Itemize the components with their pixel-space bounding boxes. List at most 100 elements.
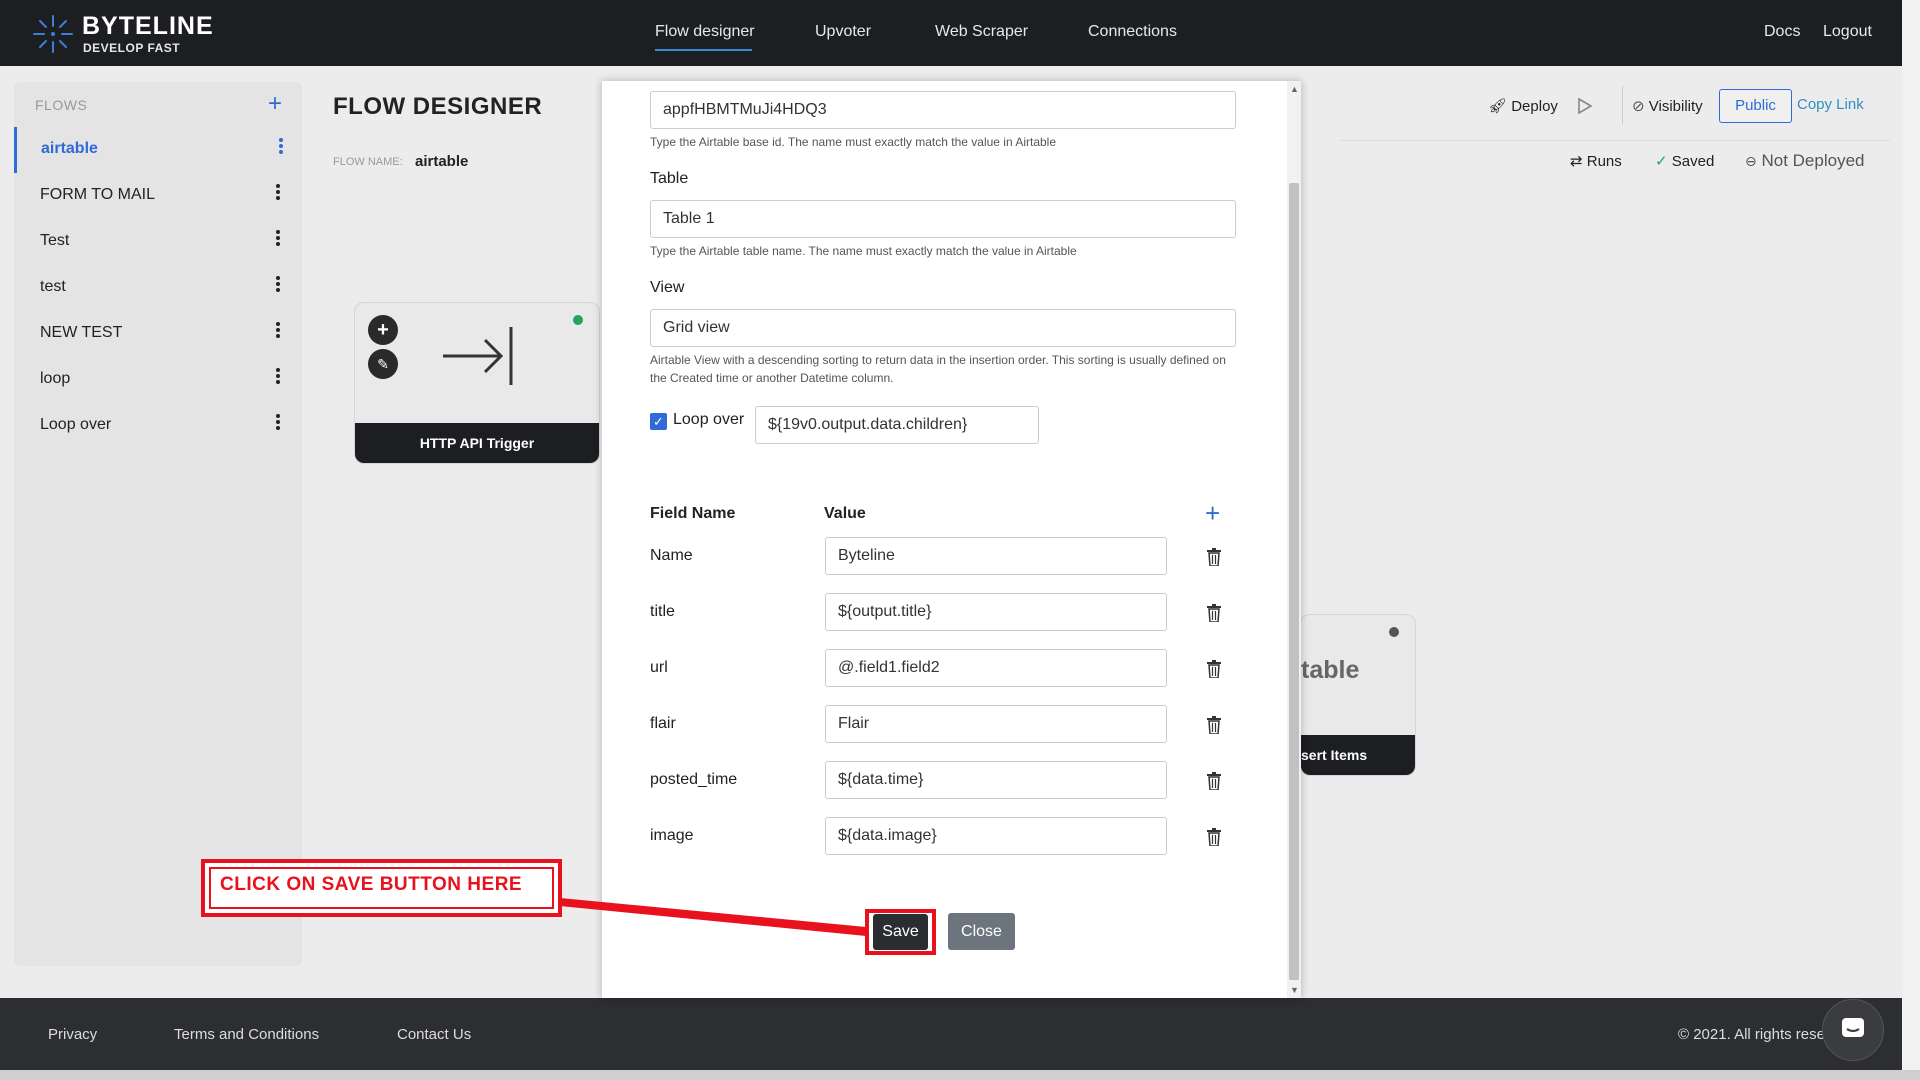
nav-logout[interactable]: Logout xyxy=(1823,23,1872,41)
rocket-icon: 🚀︎ xyxy=(1488,98,1508,115)
kebab-menu-icon[interactable] xyxy=(272,366,284,392)
loop-over-label: Loop over xyxy=(673,411,745,428)
trash-icon[interactable] xyxy=(1207,548,1221,566)
run-play-icon[interactable] xyxy=(1577,97,1593,115)
nav-flow-designer[interactable]: Flow designer xyxy=(655,23,755,41)
view-help: Airtable View with a descending sorting … xyxy=(650,353,1226,385)
nav-web-scraper[interactable]: Web Scraper xyxy=(935,23,1028,41)
kebab-menu-icon[interactable] xyxy=(272,320,284,346)
field-value-input[interactable]: ${data.image} xyxy=(825,817,1167,855)
sidebar-item-label: Loop over xyxy=(40,416,112,433)
kebab-menu-icon[interactable] xyxy=(272,182,284,208)
annotation-text: CLICK ON SAVE BUTTON HERE xyxy=(220,874,523,895)
status-dot xyxy=(573,315,583,325)
check-icon: ✓ xyxy=(1655,153,1668,170)
field-name: posted_time xyxy=(650,771,738,788)
nav-connections[interactable]: Connections xyxy=(1088,23,1177,41)
deploy-button[interactable]: 🚀︎ Deploy xyxy=(1488,97,1558,115)
loop-over-input[interactable]: ${19v0.output.data.children} xyxy=(755,406,1039,444)
page-title: FLOW DESIGNER xyxy=(333,93,543,120)
sidebar-item-label: loop xyxy=(40,370,71,387)
field-name: url xyxy=(650,659,668,676)
scroll-down-arrow-icon[interactable]: ▼ xyxy=(1290,985,1299,995)
minus-circle-icon: ⊖ xyxy=(1745,153,1757,169)
trash-icon[interactable] xyxy=(1207,772,1221,790)
loop-over-checkbox[interactable]: ✓ xyxy=(650,413,667,430)
sidebar-item-airtable[interactable]: airtable xyxy=(14,127,302,173)
http-api-trigger-node[interactable]: + ✎ HTTP API Trigger xyxy=(354,302,600,464)
add-field-icon[interactable]: + xyxy=(1205,500,1220,526)
kebab-menu-icon[interactable] xyxy=(272,274,284,300)
deploy-label: Deploy xyxy=(1511,98,1558,115)
sidebar-item-test-lower[interactable]: test xyxy=(14,265,302,311)
arrow-to-line-icon xyxy=(443,327,513,385)
footer-privacy-link[interactable]: Privacy xyxy=(48,1026,97,1043)
kebab-menu-icon[interactable] xyxy=(275,136,287,162)
bottom-strip xyxy=(0,1070,1920,1080)
field-name: image xyxy=(650,827,694,844)
field-value-input[interactable]: Flair xyxy=(825,705,1167,743)
table-name-input[interactable]: Table 1 xyxy=(650,200,1236,238)
toolbar-separator xyxy=(1340,140,1890,141)
footer-terms-link[interactable]: Terms and Conditions xyxy=(174,1026,319,1043)
toolbar-divider xyxy=(1622,86,1623,124)
field-value-input[interactable]: @.field1.field2 xyxy=(825,649,1167,687)
footer-contact-link[interactable]: Contact Us xyxy=(397,1026,471,1043)
sidebar-item-label: NEW TEST xyxy=(40,324,123,341)
copyright-text: © 2021. All rights rese xyxy=(1678,1026,1825,1043)
kebab-menu-icon[interactable] xyxy=(272,228,284,254)
trash-icon[interactable] xyxy=(1207,604,1221,622)
chat-icon[interactable] xyxy=(1839,1015,1867,1043)
sidebar-item-label: Test xyxy=(40,232,70,249)
field-value-input[interactable]: ${data.time} xyxy=(825,761,1167,799)
edit-pencil-icon[interactable]: ✎ xyxy=(368,349,398,379)
runs-label: Runs xyxy=(1586,153,1622,170)
public-button[interactable]: Public xyxy=(1719,89,1792,123)
view-name-input[interactable]: Grid view xyxy=(650,309,1236,347)
node-title: sert Items xyxy=(1301,735,1415,775)
modal-scrollbar-thumb[interactable] xyxy=(1289,183,1299,980)
field-value-input[interactable]: ${output.title} xyxy=(825,593,1167,631)
field-value-input[interactable]: Byteline xyxy=(825,537,1167,575)
copy-link-button[interactable]: Copy Link xyxy=(1797,96,1864,113)
sidebar-item-loop[interactable]: loop xyxy=(14,357,302,403)
swap-arrows-icon: ⇄ xyxy=(1570,153,1583,170)
flow-name-label: FLOW NAME: xyxy=(333,156,403,168)
sidebar-item-loop-over[interactable]: Loop over xyxy=(14,403,302,449)
nav-docs[interactable]: Docs xyxy=(1764,23,1800,41)
trash-icon[interactable] xyxy=(1207,828,1221,846)
nav-upvoter[interactable]: Upvoter xyxy=(815,23,871,41)
table-label: Table xyxy=(650,170,689,187)
flows-header: FLOWS xyxy=(35,97,88,113)
eye-slash-icon: ⊘ xyxy=(1632,98,1645,115)
save-button[interactable]: Save xyxy=(873,914,928,950)
base-id-input[interactable]: appfHBMTMuJi4HDQ3 xyxy=(650,91,1236,129)
runs-button[interactable]: ⇄ Runs xyxy=(1570,152,1622,170)
deploy-status: ⊖ Not Deployed xyxy=(1745,151,1864,171)
sidebar-item-test[interactable]: Test xyxy=(14,219,302,265)
sidebar-item-new-test[interactable]: NEW TEST xyxy=(14,311,302,357)
sidebar-item-label: test xyxy=(40,278,66,295)
visibility-toggle[interactable]: ⊘ Visibility xyxy=(1632,97,1703,115)
add-node-icon[interactable]: + xyxy=(368,315,398,345)
nav-active-underline xyxy=(655,49,752,51)
field-name: Name xyxy=(650,547,693,564)
airtable-insert-node[interactable]: table sert Items xyxy=(1300,614,1416,776)
saved-label: Saved xyxy=(1671,153,1715,170)
add-flow-icon[interactable]: + xyxy=(268,90,282,118)
kebab-menu-icon[interactable] xyxy=(272,412,284,438)
base-id-help: Type the Airtable base id. The name must… xyxy=(650,135,1057,149)
brand-tagline: DEVELOP FAST xyxy=(83,41,181,55)
sidebar-item-form-to-mail[interactable]: FORM TO MAIL xyxy=(14,173,302,219)
trash-icon[interactable] xyxy=(1207,716,1221,734)
status-dot xyxy=(1389,627,1399,637)
table-help: Type the Airtable table name. The name m… xyxy=(650,244,1077,258)
field-name: flair xyxy=(650,715,676,732)
page-scrollbar[interactable] xyxy=(1902,0,1920,1070)
brand-name[interactable]: BYTELINE xyxy=(82,12,214,41)
trash-icon[interactable] xyxy=(1207,660,1221,678)
scroll-up-arrow-icon[interactable]: ▲ xyxy=(1290,84,1299,94)
saved-status: ✓ Saved xyxy=(1655,152,1714,170)
close-button[interactable]: Close xyxy=(948,913,1015,950)
byteline-logo-icon[interactable] xyxy=(30,12,76,56)
